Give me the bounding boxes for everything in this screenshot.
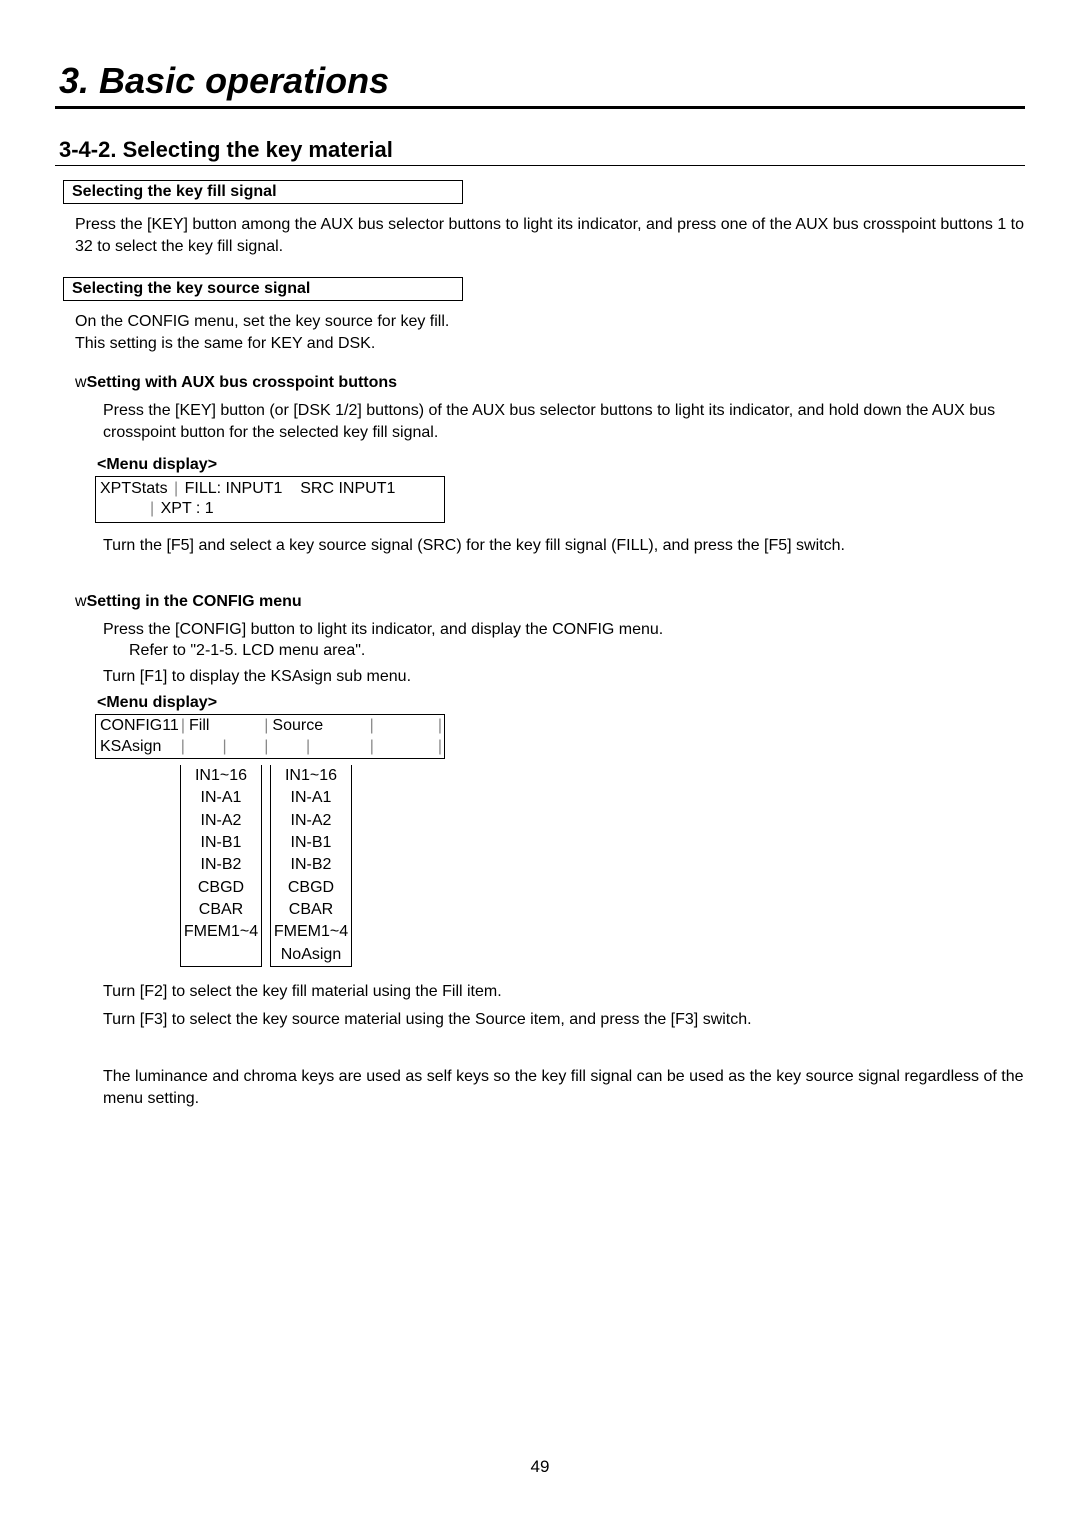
menu-cell: Source [270, 715, 345, 737]
page-number: 49 [0, 1457, 1080, 1477]
setting-heading-config: wSetting in the CONFIG menu [75, 593, 1025, 611]
chapter-title: 3. Basic operations [55, 60, 1025, 109]
fill-options-column: IN1~16 IN-A1 IN-A2 IN-B1 IN-B2 CBGD CBAR… [180, 765, 262, 968]
body-text: The luminance and chroma keys are used a… [103, 1066, 1025, 1109]
menu-cell: Fill [187, 715, 262, 737]
options-columns: IN1~16 IN-A1 IN-A2 IN-B1 IN-B2 CBGD CBAR… [180, 765, 1025, 968]
menu-cell: CONFIG11 [96, 715, 179, 737]
divider-icon: | [179, 715, 187, 737]
body-text: Turn [F2] to select the key fill materia… [103, 981, 1025, 1003]
menu-cell: XPTStats [100, 480, 168, 497]
body-line: This setting is the same for KEY and DSK… [75, 335, 375, 352]
option-item: IN-B2 [271, 854, 351, 876]
option-item: IN-A2 [271, 810, 351, 832]
divider-icon: | [346, 715, 376, 737]
divider-icon: | [376, 736, 444, 758]
option-item: IN-A2 [181, 810, 261, 832]
option-item: FMEM1~4 [181, 921, 261, 943]
body-text: On the CONFIG menu, set the key source f… [75, 311, 1025, 354]
divider-icon: | [304, 738, 312, 755]
option-item: IN-B1 [181, 832, 261, 854]
option-item: IN-B2 [181, 854, 261, 876]
menu-display-box: CONFIG11| Fill| Source | | KSAsign| || |… [95, 714, 445, 759]
option-item: IN1~16 [181, 765, 261, 787]
body-text: Turn [F3] to select the key source mater… [103, 1009, 1025, 1031]
body-line: Press the [CONFIG] button to light its i… [103, 621, 663, 638]
option-item: CBAR [271, 899, 351, 921]
divider-icon: | [262, 715, 270, 737]
option-item: IN-B1 [271, 832, 351, 854]
divider-icon: | [172, 480, 180, 497]
menu-display-box: XPTStats | FILL: INPUT1 SRC INPUT1 | XPT… [95, 476, 445, 524]
divider-icon: | [376, 715, 444, 737]
source-options-column: IN1~16 IN-A1 IN-A2 IN-B1 IN-B2 CBGD CBAR… [270, 765, 352, 968]
heading-text: Setting in the CONFIG menu [87, 593, 302, 610]
menu-cell: KSAsign [96, 736, 179, 758]
subsection-box-fill: Selecting the key fill signal [63, 180, 463, 204]
option-item: IN1~16 [271, 765, 351, 787]
menu-display-label: <Menu display> [97, 456, 1025, 474]
divider-icon: | [346, 736, 376, 758]
body-text: Press the [KEY] button among the AUX bus… [75, 214, 1025, 257]
menu-display-label: <Menu display> [97, 694, 1025, 712]
body-text: Turn the [F5] and select a key source si… [103, 535, 1025, 557]
body-text: Turn [F1] to display the KSAsign sub men… [103, 666, 1025, 688]
subsection-box-source: Selecting the key source signal [63, 277, 463, 301]
symbol: w [75, 374, 87, 391]
body-text: Press the [KEY] button (or [DSK 1/2] but… [103, 400, 1025, 443]
option-item: CBGD [271, 877, 351, 899]
body-text: Press the [CONFIG] button to light its i… [103, 619, 1025, 662]
divider-icon: | [262, 736, 270, 758]
section-title: 3-4-2. Selecting the key material [55, 137, 1025, 166]
symbol: w [75, 593, 87, 610]
body-line: Refer to "2-1-5. LCD menu area". [103, 642, 365, 659]
menu-cell: SRC INPUT1 [300, 480, 395, 497]
option-item: FMEM1~4 [271, 921, 351, 943]
option-item: CBAR [181, 899, 261, 921]
heading-text: Setting with AUX bus crosspoint buttons [87, 374, 398, 391]
divider-icon: | [179, 736, 187, 758]
option-item: IN-A1 [181, 787, 261, 809]
divider-icon: | [148, 500, 156, 517]
option-item: CBGD [181, 877, 261, 899]
body-line: On the CONFIG menu, set the key source f… [75, 313, 449, 330]
option-item: NoAsign [271, 944, 351, 966]
menu-cell: FILL: INPUT1 [185, 480, 283, 497]
divider-icon: | [221, 738, 229, 755]
option-item: IN-A1 [271, 787, 351, 809]
setting-heading-aux: wSetting with AUX bus crosspoint buttons [75, 374, 1025, 392]
menu-cell: XPT : 1 [161, 500, 214, 517]
